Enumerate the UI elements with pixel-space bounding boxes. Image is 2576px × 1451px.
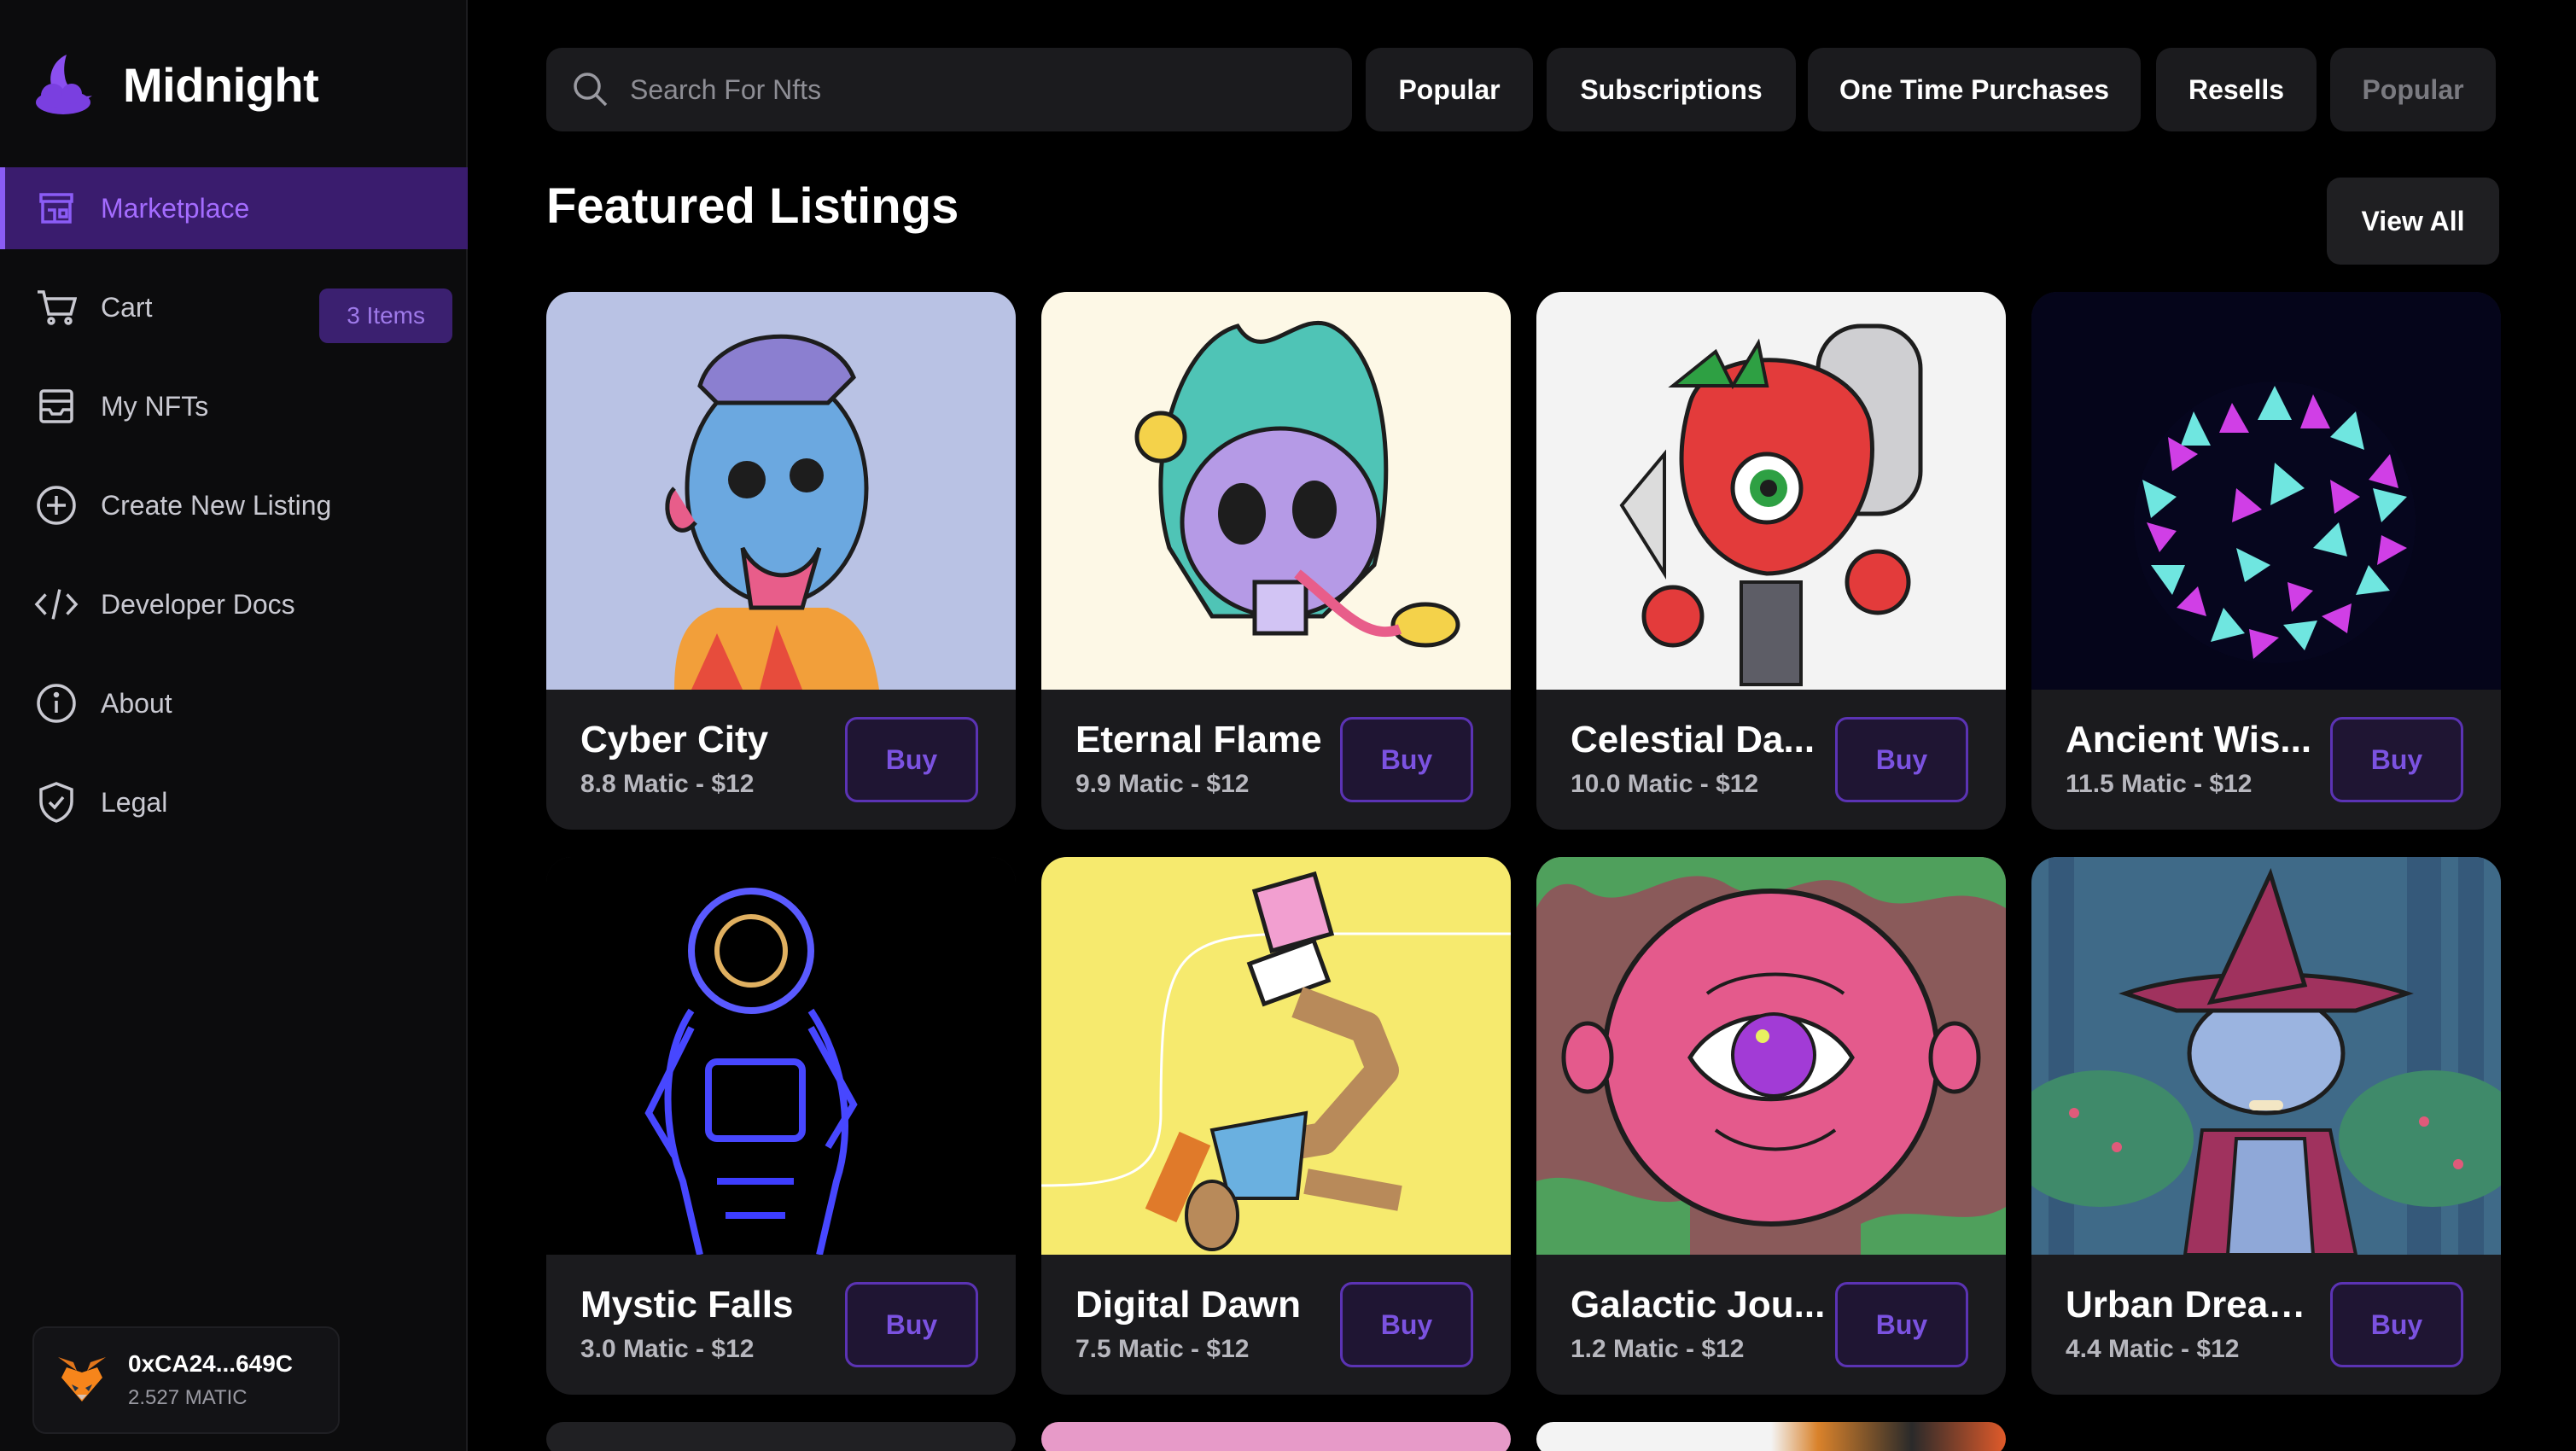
listing-card[interactable]: Cyber City 8.8 Matic - $12 Buy	[546, 292, 1016, 830]
plus-circle-icon	[34, 483, 79, 527]
sidebar-item-label: Marketplace	[101, 192, 250, 224]
app-logo[interactable]: Midnight	[32, 51, 319, 118]
metamask-fox-icon	[58, 1357, 106, 1401]
sidebar-item-label: My NFTs	[101, 390, 209, 422]
nft-artwork-image	[2031, 857, 2501, 1255]
buy-button[interactable]: Buy	[2330, 1282, 2463, 1367]
listing-name: Digital Dawn	[1075, 1284, 1302, 1326]
listing-card-partial[interactable]	[1536, 1422, 2006, 1451]
listing-card[interactable]: Ancient Wis... 11.5 Matic - $12 Buy	[2031, 292, 2501, 830]
listing-name: Mystic Falls	[580, 1284, 794, 1326]
listing-price: 3.0 Matic - $12	[580, 1335, 755, 1363]
filter-subscriptions[interactable]: Subscriptions	[1547, 48, 1796, 131]
buy-button[interactable]: Buy	[2330, 717, 2463, 802]
wallet-address: 0xCA24...649C	[128, 1350, 294, 1377]
storefront-icon	[34, 186, 79, 230]
listing-name: Urban Dreams	[2066, 1284, 2322, 1326]
buy-button[interactable]: Buy	[1340, 717, 1473, 802]
listing-card[interactable]: Eternal Flame 9.9 Matic - $12 Buy	[1041, 292, 1511, 830]
filter-resells[interactable]: Resells	[2156, 48, 2317, 131]
search-input[interactable]	[630, 73, 1330, 106]
buy-button[interactable]: Buy	[1835, 717, 1968, 802]
listing-price: 1.2 Matic - $12	[1571, 1335, 1745, 1363]
buy-button[interactable]: Buy	[1835, 1282, 1968, 1367]
search-icon	[574, 73, 608, 107]
sidebar-nav: Marketplace Cart 3 Items My NFTs Create …	[0, 167, 468, 860]
shield-check-icon	[34, 780, 79, 825]
nft-artwork-image	[1041, 857, 1511, 1255]
sidebar: Midnight Marketplace Cart 3 Items My NFT…	[0, 0, 468, 1451]
nft-artwork-image	[1041, 292, 1511, 690]
listing-price: 10.0 Matic - $12	[1571, 770, 1759, 798]
listing-price: 9.9 Matic - $12	[1075, 770, 1250, 798]
listing-name: Eternal Flame	[1075, 719, 1322, 760]
filter-one-time-purchases[interactable]: One Time Purchases	[1808, 48, 2141, 131]
listing-card[interactable]: Digital Dawn 7.5 Matic - $12 Buy	[1041, 857, 1511, 1395]
sidebar-item-label: Cart	[101, 291, 153, 323]
sidebar-item-about[interactable]: About	[0, 662, 468, 744]
info-icon	[34, 681, 79, 726]
listing-card[interactable]: Mystic Falls 3.0 Matic - $12 Buy	[546, 857, 1016, 1395]
listing-card-partial[interactable]	[1041, 1422, 1511, 1451]
search-bar	[546, 48, 1352, 131]
buy-button[interactable]: Buy	[1340, 1282, 1473, 1367]
cart-count-badge: 3 Items	[319, 288, 452, 343]
listing-price: 7.5 Matic - $12	[1075, 1335, 1250, 1363]
page-title: Featured Listings	[546, 178, 959, 234]
nft-artwork-image	[2031, 292, 2501, 690]
sidebar-item-my-nfts[interactable]: My NFTs	[0, 365, 468, 447]
sidebar-item-cart[interactable]: Cart 3 Items	[0, 266, 468, 348]
listing-name: Celestial Da...	[1571, 719, 1815, 760]
listing-name: Galactic Jou...	[1571, 1284, 1826, 1326]
filter-popular[interactable]: Popular	[1366, 48, 1533, 131]
listing-card[interactable]: Celestial Da... 10.0 Matic - $12 Buy	[1536, 292, 2006, 830]
nft-artwork-image	[1536, 292, 2006, 690]
app-title: Midnight	[123, 57, 319, 112]
wallet-widget[interactable]: 0xCA24...649C 2.527 MATIC	[32, 1326, 340, 1434]
buy-button[interactable]: Buy	[845, 717, 978, 802]
sidebar-item-label: Create New Listing	[101, 489, 332, 521]
listing-name: Cyber City	[580, 719, 769, 760]
sidebar-item-label: Developer Docs	[101, 588, 295, 620]
listing-price: 11.5 Matic - $12	[2066, 770, 2253, 798]
buy-button[interactable]: Buy	[845, 1282, 978, 1367]
sidebar-item-create-listing[interactable]: Create New Listing	[0, 464, 468, 546]
wallet-balance: 2.527 MATIC	[128, 1386, 248, 1409]
code-icon	[34, 582, 79, 626]
listing-card-partial[interactable]	[546, 1422, 1016, 1451]
moon-cloud-logo-icon	[36, 55, 92, 114]
sidebar-item-developer-docs[interactable]: Developer Docs	[0, 563, 468, 645]
listing-price: 4.4 Matic - $12	[2066, 1335, 2240, 1363]
sidebar-item-label: Legal	[101, 786, 168, 818]
view-all-button[interactable]: View All	[2327, 178, 2499, 265]
sidebar-item-label: About	[101, 687, 172, 719]
nft-artwork-image	[546, 292, 1016, 690]
filter-popular-overflow[interactable]: Popular	[2330, 48, 2496, 131]
inbox-icon	[34, 384, 79, 428]
sidebar-item-legal[interactable]: Legal	[0, 761, 468, 843]
listing-card[interactable]: Urban Dreams 4.4 Matic - $12 Buy	[2031, 857, 2501, 1395]
sidebar-item-marketplace[interactable]: Marketplace	[0, 167, 468, 249]
listing-price: 8.8 Matic - $12	[580, 770, 755, 798]
cart-icon	[34, 285, 79, 329]
nft-artwork-image	[1536, 857, 2006, 1255]
listing-card[interactable]: Galactic Jou... 1.2 Matic - $12 Buy	[1536, 857, 2006, 1395]
listing-name: Ancient Wis...	[2066, 719, 2312, 760]
nft-artwork-image	[546, 857, 1016, 1255]
